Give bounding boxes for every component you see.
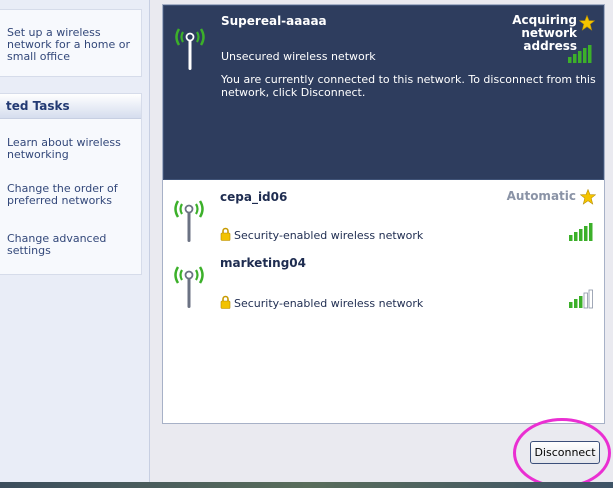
wireless-antenna-icon <box>174 266 204 308</box>
network-item-cepa[interactable]: cepa_id06 Automatic Security-enabled wir… <box>163 182 604 252</box>
network-tasks-box: Set up a wireless network for a home or … <box>0 9 142 77</box>
connection-message: You are currently connected to this netw… <box>221 73 596 99</box>
network-name: Supereal-aaaaa <box>221 14 327 28</box>
network-security: Security-enabled wireless network <box>234 229 424 242</box>
network-item-supereal[interactable]: Supereal-aaaaa Acquiring network address… <box>163 5 604 180</box>
lock-icon <box>220 295 231 309</box>
signal-strength-icon <box>568 45 592 63</box>
related-tasks-box: ted Tasks Learn about wireless networkin… <box>0 93 142 275</box>
taskbar-strip <box>0 482 613 488</box>
lock-icon <box>220 227 231 241</box>
network-item-marketing[interactable]: marketing04 Security-enabled wireless ne… <box>163 252 604 316</box>
signal-strength-icon <box>569 223 593 241</box>
learn-wireless-link[interactable]: Learn about wireless networking <box>7 137 139 161</box>
related-tasks-header[interactable]: ted Tasks <box>0 94 141 119</box>
disconnect-button[interactable]: Disconnect <box>530 441 600 464</box>
wireless-antenna-icon <box>174 200 204 242</box>
network-security: Security-enabled wireless network <box>234 297 424 310</box>
network-name: marketing04 <box>220 256 306 270</box>
change-advanced-settings-link[interactable]: Change advanced settings <box>7 233 139 257</box>
task-pane: Set up a wireless network for a home or … <box>0 0 150 482</box>
network-name: cepa_id06 <box>220 190 288 204</box>
network-security: Unsecured wireless network <box>221 50 376 63</box>
signal-strength-icon <box>569 289 593 309</box>
change-order-link[interactable]: Change the order of preferred networks <box>7 183 139 207</box>
setup-wireless-network-link[interactable]: Set up a wireless network for a home or … <box>7 27 139 63</box>
preferred-star-icon <box>580 189 596 205</box>
network-list[interactable]: Supereal-aaaaa Acquiring network address… <box>162 4 605 424</box>
wireless-antenna-icon <box>175 28 205 70</box>
preferred-star-icon <box>579 15 595 31</box>
